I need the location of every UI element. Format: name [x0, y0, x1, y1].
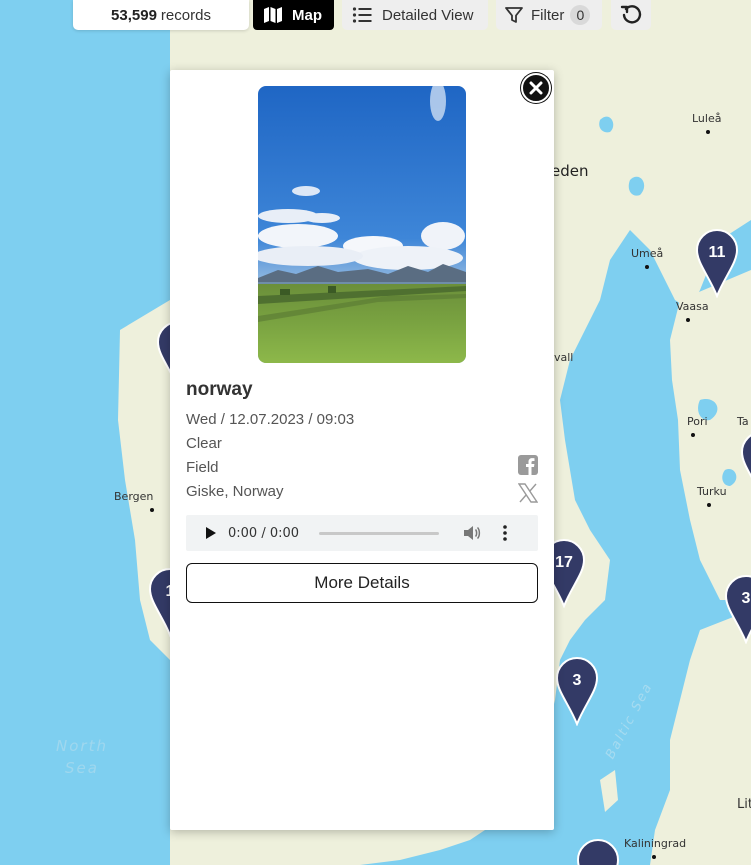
volume-icon[interactable] [463, 525, 481, 541]
map-view-button[interactable]: Map [253, 0, 334, 30]
audio-time: 0:00 / 0:00 [228, 525, 300, 541]
place-label-kaliningrad: Kaliningrad [624, 837, 686, 863]
audio-player[interactable]: 0:00 / 0:00 [186, 515, 538, 551]
filter-icon [505, 7, 523, 23]
map-view-label: Map [292, 6, 322, 24]
place-label-lit: Lit [737, 797, 751, 812]
audio-progress-track[interactable] [319, 531, 440, 535]
filter-count-badge: 0 [570, 5, 591, 25]
facebook-icon [518, 455, 538, 475]
x-icon [517, 483, 539, 503]
record-popup: norway Wed / 12.07.2023 / 09:03 Clear Fi… [170, 70, 554, 830]
records-count-label: records [160, 6, 211, 24]
detailed-view-button[interactable]: Detailed View [342, 0, 488, 30]
close-icon [529, 81, 543, 95]
cluster-marker[interactable]: 3 [555, 656, 599, 726]
reset-button[interactable] [611, 0, 651, 30]
records-count: 53,599 records [73, 0, 249, 30]
list-icon [352, 7, 372, 23]
filter-label: Filter [531, 6, 565, 24]
sea-label-north-sea: North Sea [56, 737, 108, 777]
filter-button[interactable]: Filter 0 [496, 0, 602, 30]
place-label-turku: Turku [697, 485, 727, 511]
cluster-marker[interactable]: 11 [695, 228, 739, 298]
place-label-gavle: vall [554, 351, 574, 364]
record-location: Giske, Norway [186, 483, 284, 500]
reset-icon [620, 5, 642, 24]
place-label-umea: Umeå [631, 247, 663, 273]
place-label-vaasa: Vaasa [676, 300, 709, 326]
cluster-marker[interactable] [576, 838, 620, 865]
place-label-ta: Ta [737, 415, 749, 428]
top-toolbar: 53,599 records Map Detailed View Filter … [0, 0, 751, 32]
more-options-icon[interactable] [503, 525, 507, 541]
record-habitat: Field [186, 459, 219, 476]
detailed-view-label: Detailed View [382, 6, 474, 24]
play-icon[interactable] [206, 527, 216, 539]
cluster-marker[interactable] [740, 430, 751, 500]
place-label-sweden: eden [551, 162, 589, 180]
records-count-value: 53,599 [111, 6, 157, 24]
record-photo[interactable] [258, 86, 466, 363]
close-button[interactable] [521, 73, 551, 103]
place-label-pori: Pori [687, 415, 708, 441]
place-label-lulea: Luleå [692, 112, 721, 138]
x-share-button[interactable] [517, 483, 539, 503]
facebook-share-button[interactable] [518, 455, 538, 475]
record-weather: Clear [186, 435, 222, 452]
landscape-image [258, 86, 466, 363]
record-title: norway [186, 379, 253, 400]
place-label-bergen: Bergen [114, 490, 156, 516]
map-icon [264, 7, 282, 23]
cluster-marker[interactable]: 3 [724, 574, 751, 644]
record-datetime: Wed / 12.07.2023 / 09:03 [186, 411, 355, 428]
more-details-button[interactable]: More Details [186, 563, 538, 603]
